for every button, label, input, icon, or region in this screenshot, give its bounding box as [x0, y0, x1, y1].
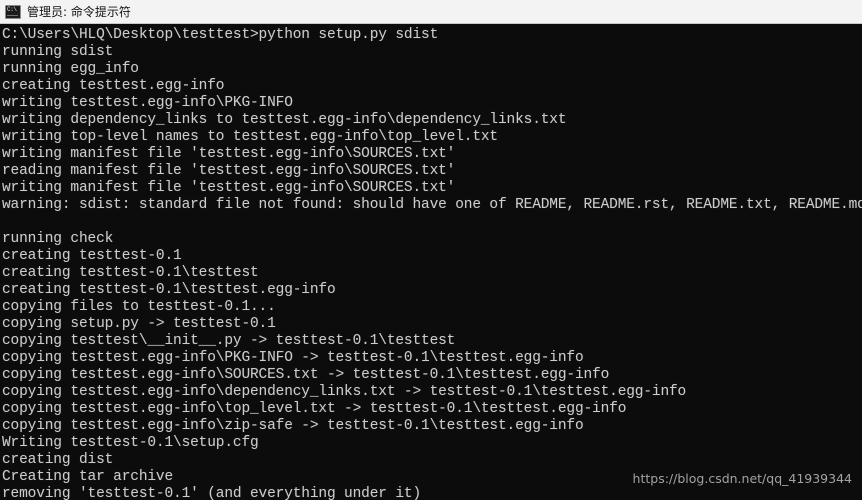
console-line: copying setup.py -> testtest-0.1 — [2, 316, 276, 332]
console-line: copying testtest.egg-info\SOURCES.txt ->… — [2, 367, 610, 383]
console-line: creating testtest-0.1\testtest.egg-info — [2, 282, 336, 298]
console-line-list: C:\Users\HLQ\Desktop\testtest>python set… — [2, 27, 862, 500]
console-line: copying testtest.egg-info\zip-safe -> te… — [2, 418, 584, 434]
console-line: writing dependency_links to testtest.egg… — [2, 112, 567, 128]
console-line: copying testtest.egg-info\top_level.txt … — [2, 401, 627, 417]
console-line: copying testtest\__init__.py -> testtest… — [2, 333, 456, 349]
watermark-url: https://blog.csdn.net/qq_41939344 — [632, 471, 852, 486]
console-line: creating testtest-0.1\testtest — [2, 265, 259, 281]
console-line: running egg_info — [2, 61, 139, 77]
console-line: running check — [2, 231, 114, 247]
console-line: creating dist — [2, 452, 114, 468]
console-line: warning: sdist: standard file not found:… — [2, 197, 862, 213]
console-line: writing manifest file 'testtest.egg-info… — [2, 146, 456, 162]
console-line: running sdist — [2, 44, 114, 60]
command-prompt-icon: C:\ — [5, 4, 21, 19]
console-line: copying testtest.egg-info\PKG-INFO -> te… — [2, 350, 584, 366]
console-line: C:\Users\HLQ\Desktop\testtest>python set… — [2, 27, 439, 43]
window-titlebar[interactable]: C:\ 管理员: 命令提示符 — [0, 0, 862, 24]
console-line: Writing testtest-0.1\setup.cfg — [2, 435, 259, 451]
console-line: removing 'testtest-0.1' (and everything … — [2, 486, 422, 500]
console-line: reading manifest file 'testtest.egg-info… — [2, 163, 456, 179]
command-prompt-icon-bar — [7, 14, 18, 16]
console-line: writing testtest.egg-info\PKG-INFO — [2, 95, 293, 111]
console-line: copying files to testtest-0.1... — [2, 299, 276, 315]
window-title: 管理员: 命令提示符 — [27, 4, 131, 19]
command-prompt-icon-glyph: C:\ — [7, 5, 17, 13]
console-line: creating testtest-0.1 — [2, 248, 182, 264]
console-output-area[interactable]: C:\Users\HLQ\Desktop\testtest>python set… — [0, 24, 862, 500]
console-line: copying testtest.egg-info\dependency_lin… — [2, 384, 687, 400]
console-line: creating testtest.egg-info — [2, 78, 225, 94]
console-line: writing manifest file 'testtest.egg-info… — [2, 180, 456, 196]
command-prompt-window: C:\ 管理员: 命令提示符 C:\Users\HLQ\Desktop\test… — [0, 0, 862, 500]
console-line: writing top-level names to testtest.egg-… — [2, 129, 498, 145]
